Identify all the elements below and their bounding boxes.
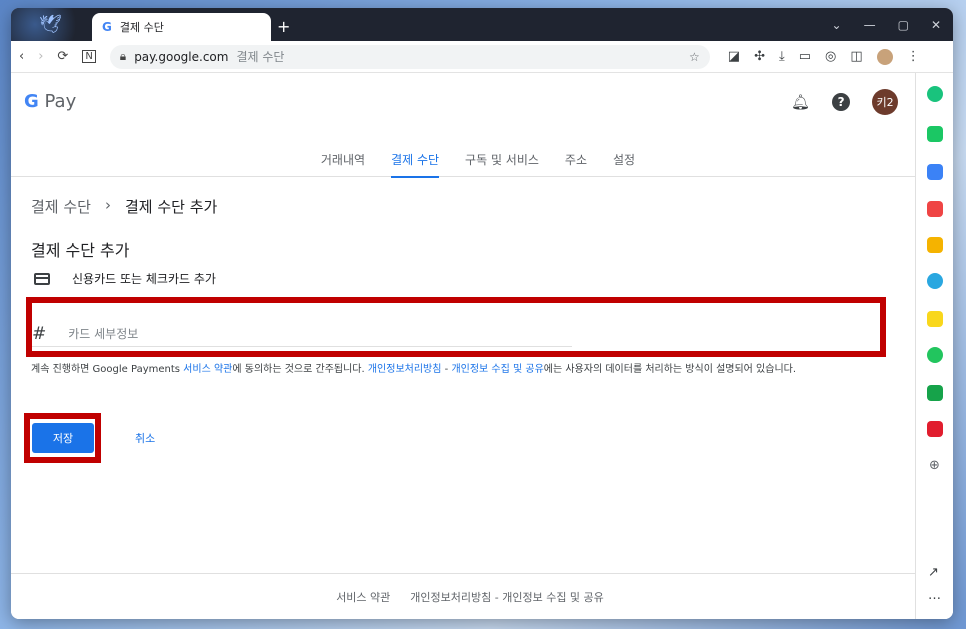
card-type-row: 신용카드 또는 체크카드 추가 [34, 270, 216, 287]
forward-icon[interactable]: › [38, 49, 43, 64]
footer-privacy-link[interactable]: 개인정보처리방침 - 개인정보 수집 및 공유 [410, 589, 604, 605]
send-icon[interactable]: ◪ [728, 49, 740, 65]
window-controls: ⌄ — ▢ ✕ [832, 8, 953, 41]
privacy-policy-link[interactable]: 개인정보처리방침 [368, 364, 442, 375]
extension-icons: ◪ ✣ ⤓ ▭ ◎ ◫ ⋮ [728, 48, 920, 65]
sidebar-app-pocket-icon[interactable] [927, 201, 943, 217]
sidebar-app-green-circle-icon[interactable] [927, 86, 943, 102]
address-domain: pay.google.com [134, 49, 229, 64]
tab-search-icon[interactable]: ⌄ [832, 18, 842, 32]
more-icon[interactable]: … [928, 588, 941, 603]
page-footer: 서비스 약관 개인정보처리방침 - 개인정보 수집 및 공유 [11, 573, 915, 619]
sidebar-app-chat-icon[interactable] [927, 126, 943, 142]
google-favicon-icon: G [102, 20, 112, 34]
help-icon[interactable]: ? [832, 93, 851, 111]
side-panel: ⊕ ↗ … [915, 73, 953, 619]
terms-separator: - [441, 364, 452, 375]
breadcrumb-separator: › [104, 196, 111, 214]
cancel-button[interactable]: 취소 [135, 430, 155, 446]
tab-strip-art: 🕊 [11, 8, 91, 41]
card-details-input[interactable] [68, 326, 549, 341]
terms-text-suffix: 에는 사용자의 데이터를 처리하는 방식이 설명되어 있습니다. [543, 364, 797, 375]
sidebar-app-edge-icon[interactable] [927, 273, 943, 289]
cast-icon[interactable]: ▭ [799, 49, 811, 65]
bird-icon: 🕊 [39, 14, 62, 35]
maximize-icon[interactable]: ▢ [898, 18, 909, 32]
profile-avatar[interactable] [876, 48, 893, 65]
sidebar-app-notes-icon[interactable] [927, 311, 943, 327]
lock-icon: 🔒︎ [119, 49, 127, 63]
header-actions: 🔔︎ ? 키2 [791, 89, 899, 115]
hash-icon: # [32, 323, 47, 344]
tab-payment-methods[interactable]: 결제 수단 [391, 151, 439, 178]
save-button[interactable]: 저장 [32, 423, 94, 453]
tab-title: 결제 수단 [119, 21, 164, 34]
add-sidebar-app-icon[interactable]: ⊕ [929, 458, 940, 473]
gpay-page: G Pay 🔔︎ ? 키2 거래내역 결제 수단 구독 및 서비스 주소 설정 … [11, 73, 915, 619]
notifications-bell-icon[interactable]: 🔔︎ [791, 93, 810, 111]
notion-icon[interactable]: N [82, 50, 96, 63]
sidebar-app-star-icon[interactable] [927, 237, 943, 253]
extensions-puzzle-icon[interactable]: ✣ [754, 49, 765, 65]
address-path: 결제 수단 [236, 50, 285, 64]
tab-subscriptions[interactable]: 구독 및 서비스 [465, 151, 539, 177]
download-icon[interactable]: ⤓ [779, 49, 785, 65]
sidebar-app-red-app-icon[interactable] [927, 421, 943, 437]
new-tab-button[interactable]: + [277, 17, 290, 36]
menu-icon[interactable]: ⋮ [907, 49, 920, 65]
breadcrumb-parent[interactable]: 결제 수단 [31, 196, 91, 217]
tab-strip: 🕊 G 결제 수단 + ⌄ — ▢ ✕ [11, 8, 953, 41]
browser-tab[interactable]: G 결제 수단 [92, 13, 271, 41]
credit-card-icon [34, 272, 50, 285]
page-title: 결제 수단 추가 [31, 241, 130, 260]
terms-notice: 계속 진행하면 Google Payments 서비스 약관에 동의하는 것으로… [31, 363, 891, 376]
tab-addresses[interactable]: 주소 [565, 151, 587, 177]
back-icon[interactable]: ‹ [19, 49, 24, 64]
sidebar-app-green-app-icon[interactable] [927, 385, 943, 401]
data-sharing-link[interactable]: 개인정보 수집 및 공유 [451, 364, 543, 375]
sidebar-app-play-icon[interactable] [927, 347, 943, 363]
tab-settings[interactable]: 설정 [613, 151, 635, 177]
breadcrumb: 결제 수단 › 결제 수단 추가 [31, 196, 217, 217]
card-type-label: 신용카드 또는 체크카드 추가 [72, 272, 216, 286]
address-bar[interactable]: 🔒︎ pay.google.com 결제 수단 ☆ [109, 44, 710, 69]
open-external-icon[interactable]: ↗ [928, 565, 939, 580]
logo-g: G [24, 91, 39, 112]
main-nav: 거래내역 결제 수단 구독 및 서비스 주소 설정 [11, 151, 915, 178]
tab-transactions[interactable]: 거래내역 [321, 151, 365, 177]
user-avatar[interactable]: 키2 [872, 89, 899, 115]
reload-icon[interactable]: ⟳ [57, 49, 68, 64]
terms-text-prefix: 계속 진행하면 Google Payments [31, 364, 184, 375]
terms-text-middle: 에 동의하는 것으로 간주됩니다. [232, 364, 368, 375]
terms-of-service-link[interactable]: 서비스 약관 [183, 364, 232, 375]
minimize-icon[interactable]: — [864, 18, 876, 32]
browser-toolbar: ‹ › ⟳ N 🔒︎ pay.google.com 결제 수단 ☆ ◪ ✣ ⤓ … [11, 41, 953, 73]
gpay-logo[interactable]: G Pay [24, 91, 76, 112]
sidepanel-icon[interactable]: ◫ [850, 49, 862, 65]
logo-pay: Pay [44, 91, 77, 112]
sidebar-app-briefcase-icon[interactable] [927, 164, 943, 180]
browser-window: 🕊 G 결제 수단 + ⌄ — ▢ ✕ ‹ › ⟳ N 🔒︎ pay.googl… [11, 8, 953, 619]
screenshot-icon[interactable]: ◎ [825, 49, 836, 65]
breadcrumb-current: 결제 수단 추가 [124, 198, 218, 216]
card-input-row: # [32, 321, 572, 347]
close-icon[interactable]: ✕ [931, 18, 941, 32]
footer-terms-link[interactable]: 서비스 약관 [336, 589, 390, 605]
bookmark-star-icon[interactable]: ☆ [689, 50, 700, 64]
